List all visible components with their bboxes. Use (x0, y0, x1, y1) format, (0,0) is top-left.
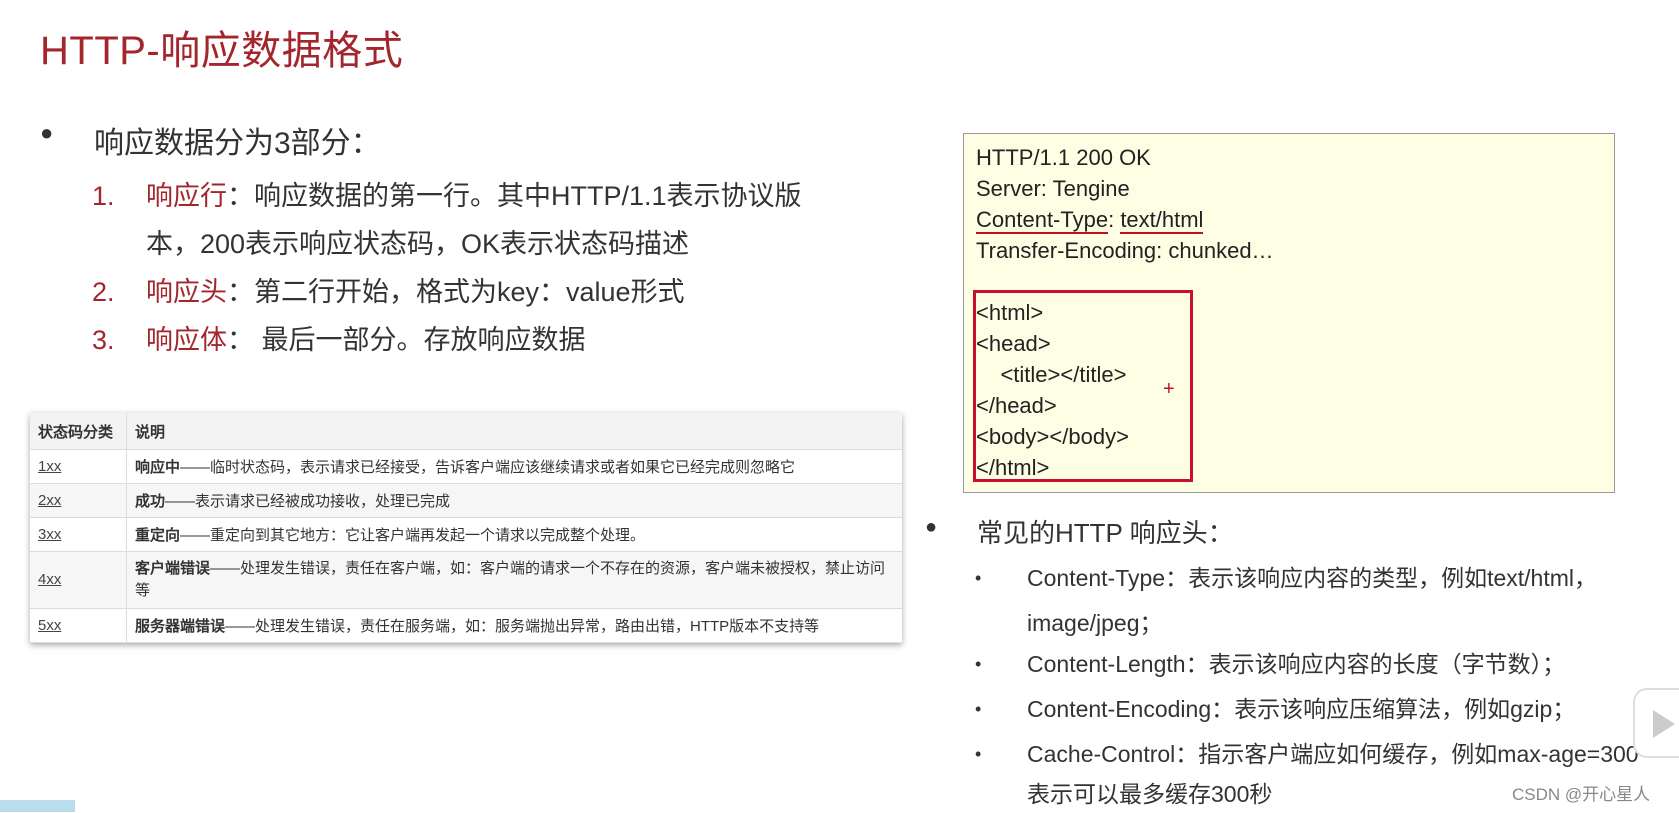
table-row: 2xx 成功——表示请求已经被成功接收，处理已完成 (30, 483, 902, 518)
header-desc: Content-Length：表示该响应内容的长度（字节数）； (1027, 651, 1566, 677)
part-desc: ：响应数据的第一行。其中HTTP/1.1表示协议版 (227, 181, 802, 211)
part-desc: ：第二行开始，格式为key：value形式 (227, 277, 685, 307)
category-text: ——临时状态码，表示请求已经接受，告诉客户端应该继续请求或者如果它已经完成则忽略… (180, 459, 796, 476)
server-header-line: Server: Tengine (976, 176, 1130, 201)
header-desc: Content-Type：表示该响应内容的类型，例如text/html， (1027, 565, 1597, 591)
common-headers-title: 常见的HTTP 响应头： (977, 518, 1234, 548)
category-label: 重定向 (135, 527, 181, 544)
bullet-dot-icon: • (975, 699, 982, 719)
list-item-body: 响应体： 最后一部分。存放响应数据 (146, 316, 586, 364)
part-name: 响应头 (146, 277, 227, 307)
category-label: 成功 (135, 493, 166, 510)
list-number: 2. (92, 277, 115, 307)
play-button[interactable] (1633, 688, 1679, 758)
category-label: 服务器端错误 (135, 618, 226, 635)
bullet-dot-icon: ● (925, 516, 938, 538)
category-label: 响应中 (135, 459, 181, 476)
transfer-encoding-line: Transfer-Encoding: chunked… (976, 238, 1274, 263)
category-text: ——处理发生错误，责任在服务端，如：服务端抛出异常，路由出错，HTTP版本不支持… (225, 618, 820, 635)
part-desc: ： 最后一部分。存放响应数据 (227, 325, 586, 355)
content-type-sep: : (1108, 207, 1121, 232)
description-cell: 响应中——临时状态码，表示请求已经接受，告诉客户端应该继续请求或者如果它已经完成… (126, 449, 902, 484)
header-desc-line2: 表示可以最多缓存300秒 (1027, 781, 1273, 807)
table-row: 5xx 服务器端错误——处理发生错误，责任在服务端，如：服务端抛出异常，路由出错… (30, 608, 902, 643)
header-desc: Content-Encoding：表示该响应压缩算法，例如gzip； (1027, 696, 1576, 722)
decorative-accent (0, 800, 75, 812)
part-name: 响应行 (146, 181, 227, 211)
content-type-key: Content-Type (976, 207, 1109, 234)
category-label: 客户端错误 (135, 560, 211, 577)
content-type-value: text/html (1120, 207, 1204, 234)
cursor-plus-icon: + (1163, 378, 1175, 400)
table-row: 1xx 响应中——临时状态码，表示请求已经接受，告诉客户端应该继续请求或者如果它… (30, 449, 902, 484)
table-header-row: 状态码分类 说明 (30, 413, 902, 450)
part-desc-line2: 本，200表示响应状态码，OK表示状态码描述 (146, 229, 690, 259)
description-cell: 服务器端错误——处理发生错误，责任在服务端，如：服务端抛出异常，路由出错，HTT… (126, 608, 902, 643)
description-cell: 成功——表示请求已经被成功接收，处理已完成 (126, 483, 902, 518)
play-icon (1653, 710, 1675, 738)
list-item-body: 响应头：第二行开始，格式为key：value形式 (146, 268, 685, 316)
list-number: 3. (92, 325, 115, 355)
bullet-dot-icon: • (975, 654, 982, 674)
header-desc: Cache-Control：指示客户端应如何缓存，例如max-age=300 (1027, 741, 1639, 767)
status-code-cell: 1xx (30, 449, 127, 484)
list-number: 1. (92, 181, 115, 211)
status-code-cell: 3xx (30, 517, 127, 552)
table-row: 4xx 客户端错误——处理发生错误，责任在客户端，如：客户端的请求一个不存在的资… (30, 551, 902, 609)
bullet-dot-icon: ● (40, 120, 54, 145)
status-code-cell: 2xx (30, 483, 127, 518)
header-desc-line2: image/jpeg； (1027, 610, 1163, 636)
category-text: ——重定向到其它地方：它让客户端再发起一个请求以完成整个处理。 (180, 527, 646, 544)
status-code-table: 状态码分类 说明 1xx 响应中——临时状态码，表示请求已经接受，告诉客户端应该… (30, 413, 902, 643)
category-text: ——处理发生错误，责任在客户端，如：客户端的请求一个不存在的资源，客户端未被授权… (135, 560, 886, 599)
csdn-watermark: CSDN @开心星人 (1512, 785, 1651, 804)
response-body-highlight (973, 290, 1193, 482)
description-cell: 重定向——重定向到其它地方：它让客户端再发起一个请求以完成整个处理。 (126, 517, 902, 552)
table-row: 3xx 重定向——重定向到其它地方：它让客户端再发起一个请求以完成整个处理。 (30, 517, 902, 552)
category-text: ——表示请求已经被成功接收，处理已完成 (165, 493, 451, 510)
status-line: HTTP/1.1 200 OK (976, 145, 1151, 170)
list-item-body: 响应行：响应数据的第一行。其中HTTP/1.1表示协议版 本，200表示响应状态… (146, 172, 802, 268)
table-header: 状态码分类 (30, 413, 127, 450)
content-type-line: Content-Type: text/html (976, 204, 1204, 235)
main-bullet-text: 响应数据分为3部分： (94, 127, 381, 160)
page-title: HTTP-响应数据格式 (40, 29, 404, 73)
bullet-dot-icon: • (975, 744, 982, 764)
status-code-cell: 5xx (30, 608, 127, 643)
table-header: 说明 (126, 413, 902, 450)
description-cell: 客户端错误——处理发生错误，责任在客户端，如：客户端的请求一个不存在的资源，客户… (126, 551, 902, 609)
part-name: 响应体 (146, 325, 227, 355)
status-code-cell: 4xx (30, 551, 127, 609)
bullet-dot-icon: • (975, 568, 982, 588)
